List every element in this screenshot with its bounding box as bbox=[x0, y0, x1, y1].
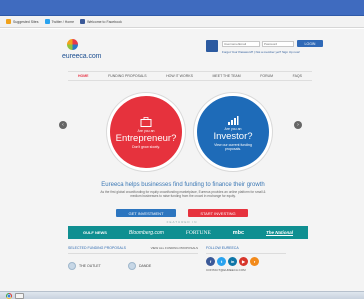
facebook-bookmark-icon bbox=[80, 19, 86, 24]
forgot-password-link[interactable]: Forgot Your Password? | Not a member yet… bbox=[222, 50, 300, 54]
nav-item-home[interactable]: HOME bbox=[78, 74, 89, 78]
press-bar: GULF NEWS Bloomberg.com FORTUNE mbc The … bbox=[68, 226, 308, 239]
selected-proposals-header: SELECTED FUNDING PROPOSALS VIEW ALL FUND… bbox=[68, 246, 198, 254]
view-all-proposals-link[interactable]: VIEW ALL FUNDING PROPOSALS bbox=[151, 246, 198, 250]
login-box: LOGIN Forgot Your Password? | Not a memb… bbox=[206, 37, 326, 67]
site-header: eureeca.com LOGIN Forgot Your Password? … bbox=[62, 37, 326, 67]
eureeca-logo[interactable]: eureeca.com bbox=[62, 39, 108, 65]
briefcase-icon bbox=[140, 115, 152, 127]
investor-subtitle: View our current funding proposals. bbox=[214, 143, 252, 152]
get-investment-button[interactable]: GET INVESTMENT bbox=[116, 209, 176, 217]
contact-email[interactable]: CONTACT@EUREECA.COM bbox=[206, 268, 286, 272]
tagline: Eureeca helps businesses find funding to… bbox=[101, 182, 265, 188]
proposal-thumbnail bbox=[68, 262, 76, 270]
taskbar bbox=[0, 291, 364, 299]
investor-circle[interactable]: Are you an Investor? View our current fu… bbox=[194, 93, 272, 171]
entrepreneur-circle[interactable]: Are you an Entrepreneur? Don't grow slow… bbox=[107, 93, 185, 171]
logo-mark-icon bbox=[67, 39, 78, 50]
nav-item-how-it-works[interactable]: HOW IT WORKS bbox=[166, 74, 193, 78]
proposal-item[interactable]: THE OUTLET bbox=[68, 261, 101, 271]
login-badge-icon bbox=[206, 40, 218, 52]
web-page: eureeca.com LOGIN Forgot Your Password? … bbox=[0, 29, 364, 291]
bookmark-label: Welcome to Facebook bbox=[87, 19, 122, 24]
follow-title: FOLLOW EUREECA bbox=[206, 246, 286, 254]
proposal-name: THE OUTLET bbox=[79, 264, 101, 268]
follow-section: FOLLOW EUREECA f t in ▶ r CONTACT@EUREEC… bbox=[206, 246, 286, 272]
browser-top-bar bbox=[0, 0, 364, 16]
bookmark-twitter[interactable]: Twitter / Home bbox=[44, 19, 75, 24]
password-field[interactable] bbox=[262, 41, 294, 47]
linkedin-icon[interactable]: in bbox=[228, 257, 237, 266]
bookmark-facebook[interactable]: Welcome to Facebook bbox=[80, 19, 122, 24]
rss-icon[interactable]: r bbox=[250, 257, 259, 266]
bookmark-label: Suggested Sites bbox=[13, 19, 39, 24]
twitter-bookmark-icon bbox=[44, 19, 50, 24]
start-investing-button[interactable]: START INVESTING bbox=[188, 209, 248, 217]
investor-title: Investor? bbox=[213, 130, 253, 142]
nav-item-faqs[interactable]: FAQS bbox=[293, 74, 302, 78]
carousel-next-button[interactable]: › bbox=[294, 121, 302, 129]
facebook-icon[interactable]: f bbox=[206, 257, 215, 266]
press-logo-bloomberg[interactable]: Bloomberg.com bbox=[129, 230, 164, 236]
proposal-name: DANDE bbox=[139, 264, 152, 268]
lower-section: SELECTED FUNDING PROPOSALS VIEW ALL FUND… bbox=[68, 243, 308, 291]
bookmark-suggested-sites[interactable]: Suggested Sites bbox=[6, 19, 39, 24]
email-field[interactable] bbox=[222, 41, 260, 47]
screen: Suggested Sites Twitter / Home Welcome t… bbox=[0, 0, 364, 299]
bookmark-icon bbox=[6, 19, 11, 24]
featured-in-label: FEATURED IN bbox=[166, 220, 198, 224]
nav-item-funding-proposals[interactable]: FUNDING PROPOSALS bbox=[108, 74, 147, 78]
carousel-prev-button[interactable]: ‹ bbox=[59, 121, 67, 129]
login-button[interactable]: LOGIN bbox=[297, 40, 323, 47]
hero-section: ‹ › Are you an Entrepreneur? Don't grow … bbox=[12, 87, 352, 193]
nav-item-meet-the-team[interactable]: MEET THE TEAM bbox=[212, 74, 240, 78]
twitter-icon[interactable]: t bbox=[217, 257, 226, 266]
proposal-thumbnail bbox=[128, 262, 136, 270]
press-logo-fortune[interactable]: FORTUNE bbox=[186, 230, 211, 236]
paint-icon[interactable] bbox=[15, 292, 24, 299]
bookmarks-bar: Suggested Sites Twitter / Home Welcome t… bbox=[0, 16, 364, 28]
main-nav: HOME FUNDING PROPOSALS HOW IT WORKS MEET… bbox=[68, 71, 312, 81]
brand-name: eureeca.com bbox=[62, 53, 102, 60]
entrepreneur-title: Entrepreneur? bbox=[115, 132, 177, 144]
nav-item-forum[interactable]: FORUM bbox=[260, 74, 273, 78]
selected-proposals-title: SELECTED FUNDING PROPOSALS bbox=[68, 246, 126, 250]
press-logo-gulf-news[interactable]: GULF NEWS bbox=[83, 230, 107, 235]
press-logo-the-national[interactable]: The National bbox=[266, 230, 293, 235]
proposal-item[interactable]: DANDE bbox=[128, 261, 151, 271]
youtube-icon[interactable]: ▶ bbox=[239, 257, 248, 266]
bookmark-label: Twitter / Home bbox=[51, 19, 75, 24]
press-logo-mbc[interactable]: mbc bbox=[233, 230, 244, 236]
chrome-icon[interactable] bbox=[6, 292, 12, 299]
social-icons: f t in ▶ r bbox=[206, 257, 286, 266]
entrepreneur-subtitle: Don't grow slowly. bbox=[132, 145, 160, 150]
investor-question: Are you an bbox=[224, 126, 242, 131]
description: As the first global crowdfunding for equ… bbox=[100, 190, 266, 199]
bar-chart-icon bbox=[227, 113, 239, 125]
